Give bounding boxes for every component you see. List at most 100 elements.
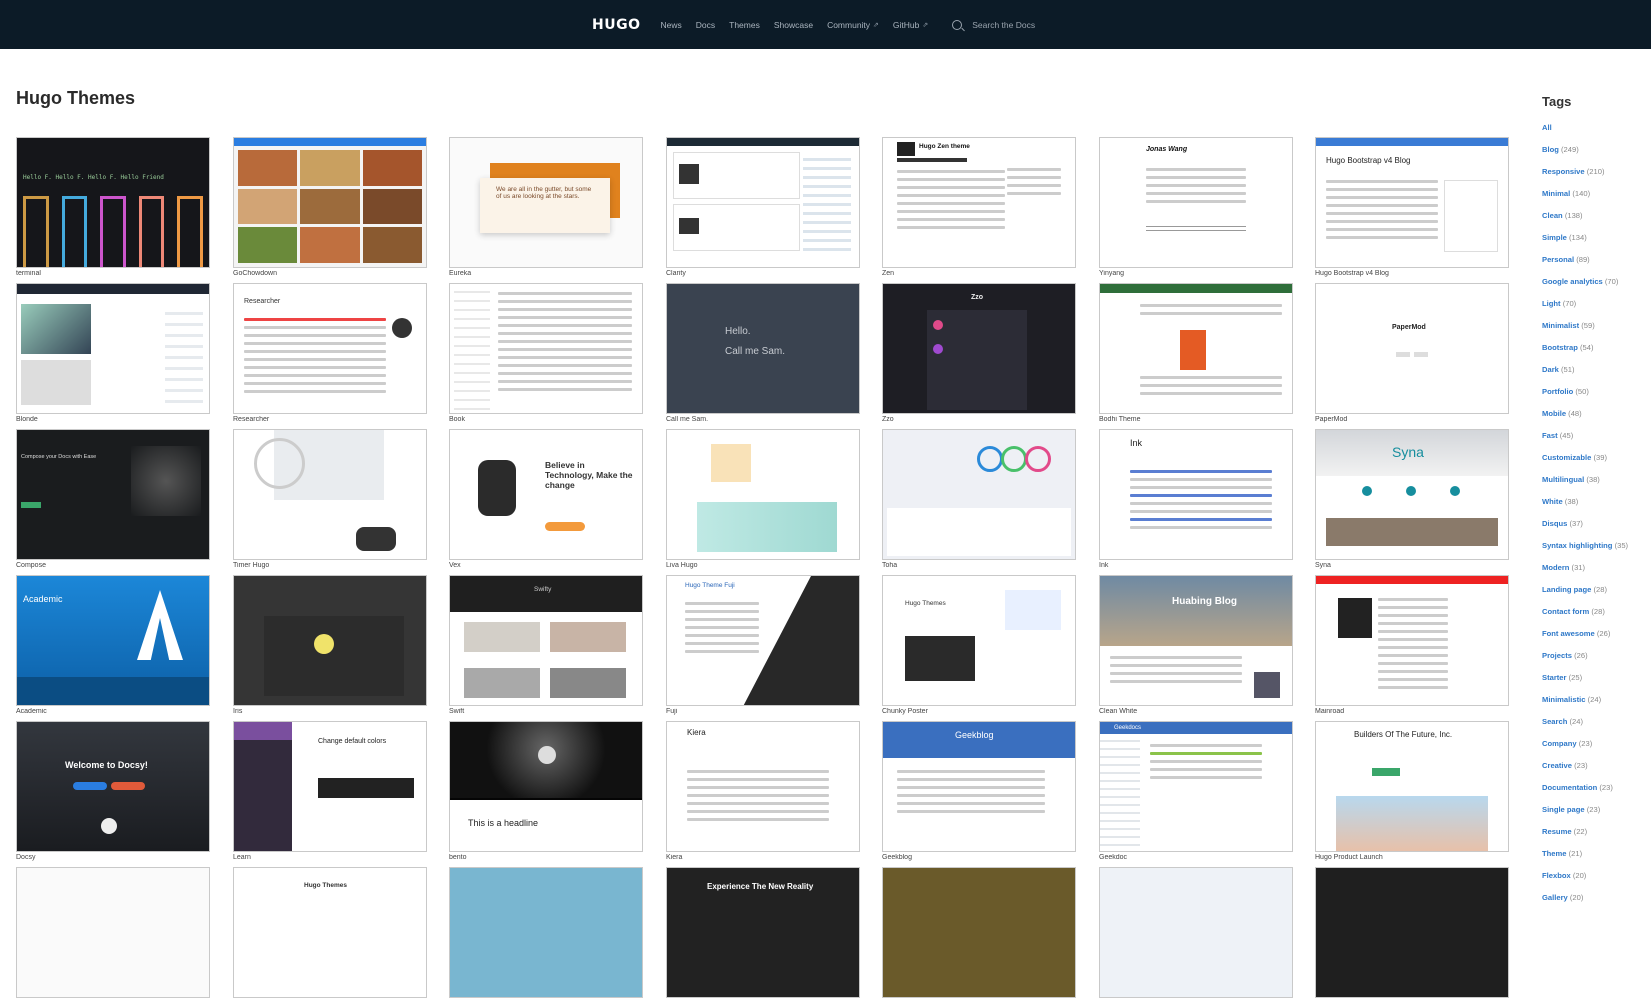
theme-thumbnail[interactable]: Academic bbox=[16, 575, 210, 706]
theme-card[interactable] bbox=[449, 867, 643, 998]
theme-thumbnail[interactable]: Hugo Bootstrap v4 Blog bbox=[1315, 137, 1509, 268]
theme-card[interactable] bbox=[1099, 867, 1293, 998]
nav-community[interactable]: Community ⇗ bbox=[827, 20, 879, 30]
theme-thumbnail[interactable]: Ink bbox=[1099, 429, 1293, 560]
theme-thumbnail[interactable]: Swifty bbox=[449, 575, 643, 706]
theme-name[interactable]: Ink bbox=[1099, 562, 1293, 569]
theme-card[interactable]: Change default colors Learn bbox=[233, 721, 427, 861]
theme-thumbnail[interactable] bbox=[882, 867, 1076, 998]
nav-showcase[interactable]: Showcase bbox=[774, 20, 813, 30]
theme-thumbnail[interactable]: Hugo Zen theme bbox=[882, 137, 1076, 268]
tag-link[interactable]: Creative (23) bbox=[1542, 755, 1651, 777]
theme-thumbnail[interactable] bbox=[1099, 283, 1293, 414]
theme-card[interactable] bbox=[1315, 867, 1509, 998]
theme-thumbnail[interactable] bbox=[233, 575, 427, 706]
theme-thumbnail[interactable]: Compose your Docs with Ease bbox=[16, 429, 210, 560]
theme-card[interactable]: Jonas Wang Yinyang bbox=[1099, 137, 1293, 277]
theme-card[interactable]: Bodhi Theme bbox=[1099, 283, 1293, 423]
hugo-logo[interactable]: HUGO bbox=[592, 17, 640, 33]
theme-card[interactable]: Welcome to Docsy! Docsy bbox=[16, 721, 210, 861]
theme-thumbnail[interactable]: Syna bbox=[1315, 429, 1509, 560]
tag-link[interactable]: Personal (89) bbox=[1542, 249, 1651, 271]
tag-link[interactable]: Portfolio (50) bbox=[1542, 381, 1651, 403]
theme-card[interactable]: Hugo Bootstrap v4 Blog Hugo Bootstrap v4 … bbox=[1315, 137, 1509, 277]
tag-link[interactable]: Projects (26) bbox=[1542, 645, 1651, 667]
tag-link[interactable]: Minimal (140) bbox=[1542, 183, 1651, 205]
theme-name[interactable]: Timer Hugo bbox=[233, 562, 427, 569]
theme-card[interactable]: Timer Hugo bbox=[233, 429, 427, 569]
theme-thumbnail[interactable]: Hugo Themes bbox=[233, 867, 427, 998]
theme-thumbnail[interactable]: Welcome to Docsy! bbox=[16, 721, 210, 852]
tag-link[interactable]: Resume (22) bbox=[1542, 821, 1651, 843]
theme-card[interactable]: GoChowdown bbox=[233, 137, 427, 277]
tag-link[interactable]: Minimalistic (24) bbox=[1542, 689, 1651, 711]
theme-thumbnail[interactable] bbox=[16, 283, 210, 414]
theme-name[interactable]: terminal bbox=[16, 270, 210, 277]
tag-link[interactable]: Search (24) bbox=[1542, 711, 1651, 733]
theme-name[interactable]: Clean White bbox=[1099, 708, 1293, 715]
tag-link[interactable]: Fast (45) bbox=[1542, 425, 1651, 447]
theme-thumbnail[interactable]: Believe in Technology, Make the change bbox=[449, 429, 643, 560]
tag-link[interactable]: Starter (25) bbox=[1542, 667, 1651, 689]
tag-link[interactable]: Single page (23) bbox=[1542, 799, 1651, 821]
tag-link[interactable]: Customizable (39) bbox=[1542, 447, 1651, 469]
theme-card[interactable]: Geekblog Geekblog bbox=[882, 721, 1076, 861]
theme-thumbnail[interactable] bbox=[449, 283, 643, 414]
theme-name[interactable]: Compose bbox=[16, 562, 210, 569]
theme-name[interactable]: Hugo Bootstrap v4 Blog bbox=[1315, 270, 1509, 277]
theme-card[interactable]: Experience The New Reality bbox=[666, 867, 860, 998]
theme-name[interactable]: Geekblog bbox=[882, 854, 1076, 861]
tag-link[interactable]: Mobile (48) bbox=[1542, 403, 1651, 425]
theme-name[interactable]: Vex bbox=[449, 562, 643, 569]
theme-card[interactable]: Academic Academic bbox=[16, 575, 210, 715]
theme-name[interactable]: Kiera bbox=[666, 854, 860, 861]
theme-thumbnail[interactable] bbox=[666, 137, 860, 268]
nav-news[interactable]: News bbox=[660, 20, 681, 30]
theme-name[interactable]: Zen bbox=[882, 270, 1076, 277]
theme-thumbnail[interactable] bbox=[1315, 867, 1509, 998]
theme-thumbnail[interactable]: Researcher bbox=[233, 283, 427, 414]
theme-thumbnail[interactable] bbox=[233, 429, 427, 560]
tag-link[interactable]: Landing page (28) bbox=[1542, 579, 1651, 601]
theme-name[interactable]: GoChowdown bbox=[233, 270, 427, 277]
theme-card[interactable]: This is a headline bento bbox=[449, 721, 643, 861]
theme-card[interactable]: Clarity bbox=[666, 137, 860, 277]
theme-name[interactable]: bento bbox=[449, 854, 643, 861]
tag-link[interactable]: Theme (21) bbox=[1542, 843, 1651, 865]
theme-name[interactable]: Book bbox=[449, 416, 643, 423]
tag-link[interactable]: Bootstrap (54) bbox=[1542, 337, 1651, 359]
theme-card[interactable]: Iris bbox=[233, 575, 427, 715]
tag-link[interactable]: Contact form (28) bbox=[1542, 601, 1651, 623]
theme-card[interactable]: Ink Ink bbox=[1099, 429, 1293, 569]
theme-card[interactable]: Hello. Call me Sam. Call me Sam. bbox=[666, 283, 860, 423]
theme-thumbnail[interactable]: Geekblog bbox=[882, 721, 1076, 852]
theme-name[interactable]: Eureka bbox=[449, 270, 643, 277]
tag-link[interactable]: Dark (51) bbox=[1542, 359, 1651, 381]
tag-link[interactable]: Font awesome (26) bbox=[1542, 623, 1651, 645]
theme-card[interactable] bbox=[16, 867, 210, 998]
theme-card[interactable]: Kiera Kiera bbox=[666, 721, 860, 861]
theme-name[interactable]: Mainroad bbox=[1315, 708, 1509, 715]
theme-card[interactable]: Mainroad bbox=[1315, 575, 1509, 715]
theme-card[interactable]: Geekdocs Geekdoc bbox=[1099, 721, 1293, 861]
theme-thumbnail[interactable]: Hello F. Hello F. Hello F. Hello Friend bbox=[16, 137, 210, 268]
tag-link[interactable]: Company (23) bbox=[1542, 733, 1651, 755]
theme-thumbnail[interactable]: Jonas Wang bbox=[1099, 137, 1293, 268]
theme-name[interactable]: Toha bbox=[882, 562, 1076, 569]
tag-link[interactable]: Blog (249) bbox=[1542, 139, 1651, 161]
theme-thumbnail[interactable]: Builders Of The Future, Inc. bbox=[1315, 721, 1509, 852]
theme-card[interactable]: Huabing Blog Clean White bbox=[1099, 575, 1293, 715]
theme-thumbnail[interactable]: Hello. Call me Sam. bbox=[666, 283, 860, 414]
theme-name[interactable]: Chunky Poster bbox=[882, 708, 1076, 715]
theme-card[interactable]: Book bbox=[449, 283, 643, 423]
theme-thumbnail[interactable] bbox=[16, 867, 210, 998]
theme-thumbnail[interactable]: Zzo bbox=[882, 283, 1076, 414]
theme-name[interactable]: Fuji bbox=[666, 708, 860, 715]
theme-card[interactable]: PaperMod PaperMod bbox=[1315, 283, 1509, 423]
theme-name[interactable]: Zzo bbox=[882, 416, 1076, 423]
theme-thumbnail[interactable] bbox=[666, 429, 860, 560]
tag-link[interactable]: Light (70) bbox=[1542, 293, 1651, 315]
search-box[interactable]: Search the Docs bbox=[952, 19, 1035, 30]
theme-name[interactable]: Call me Sam. bbox=[666, 416, 860, 423]
theme-name[interactable]: PaperMod bbox=[1315, 416, 1509, 423]
